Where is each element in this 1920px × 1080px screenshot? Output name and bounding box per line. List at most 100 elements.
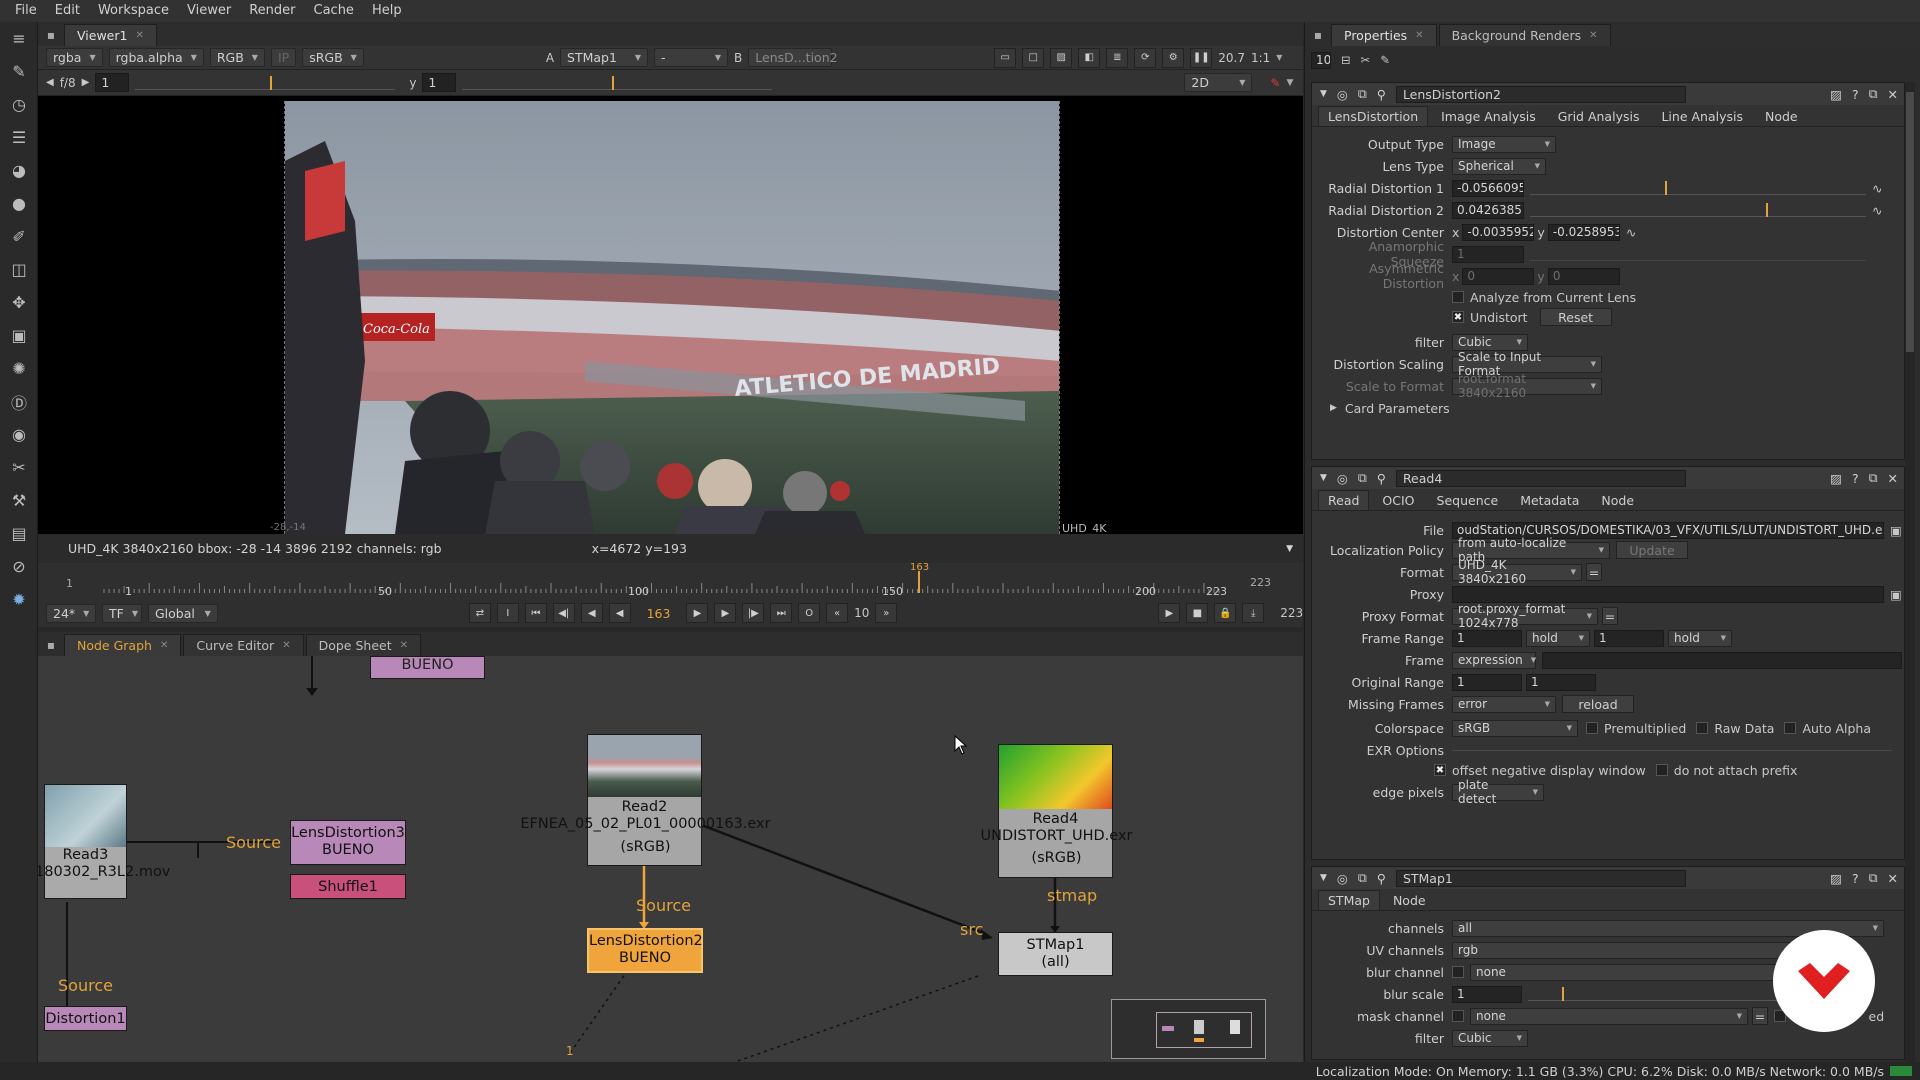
pane-menu-icon[interactable]: ▪ [38,24,64,46]
tab-node[interactable]: Node [1592,490,1643,510]
filter-dropdown[interactable]: Cubic ▼ [1452,333,1528,351]
proxy-format-menu-icon[interactable]: = [1602,607,1618,625]
particles-tool-icon[interactable]: ✺ [0,352,38,385]
triangle-left-icon[interactable]: ◀ [46,77,54,88]
range-dropdown[interactable]: Global ▼ [148,603,218,623]
orig-end-field[interactable]: 1 [1526,673,1596,691]
tab-node[interactable]: Node [1384,890,1435,910]
prev-keyframe-icon[interactable]: ◀| [552,603,575,623]
keyer-tool-icon[interactable]: ✐ [0,220,38,253]
zoom-value[interactable]: 20.7 [1218,51,1245,65]
reload-button[interactable]: reload [1562,695,1634,713]
radial2-field[interactable]: 0.04263857 [1452,201,1524,219]
folder-icon[interactable]: ▣ [1890,523,1902,538]
wipe-icon[interactable]: ▨ [1050,47,1073,68]
tab-stmap[interactable]: STMap [1318,890,1380,910]
gamma-slider[interactable] [462,75,773,90]
clear-panels-icon[interactable]: ✂ [1361,53,1371,67]
help-icon[interactable]: ? [1852,871,1859,886]
tab-sequence[interactable]: Sequence [1428,490,1508,510]
node-lensdistortion2[interactable]: LensDistortion2 BUENO [587,928,703,973]
float-icon[interactable]: ⧉ [1869,470,1878,486]
pin-icon[interactable]: ⚲ [1377,871,1386,886]
edge-pixels-dropdown[interactable]: plate detect ▼ [1452,778,1544,806]
color-swatch-icon[interactable]: ▨ [1830,87,1842,102]
views-tool-icon[interactable]: ◉ [0,418,38,451]
card-params-row[interactable]: ▶ Card Parameters [1330,399,1450,417]
next-keyframe-icon[interactable]: |▶ [742,603,765,623]
fps-dropdown[interactable]: 24* ▼ [46,603,96,623]
close-icon[interactable]: ✕ [400,640,408,651]
anamorphic-slider[interactable] [1530,247,1866,261]
color-tool-icon[interactable]: ◕ [0,154,38,187]
help-icon[interactable]: ? [1852,471,1859,486]
tab-lensdistortion[interactable]: LensDistortion [1318,106,1429,126]
color-swatch-icon[interactable]: ▨ [1830,471,1842,486]
max-panels-field[interactable]: 10 [1311,51,1331,69]
node-type-icon[interactable]: ⧉ [1358,870,1367,886]
view-mode-dropdown[interactable]: 2D ▼ [1184,73,1253,92]
tab-node[interactable]: Node [1756,106,1807,126]
chevron-down-icon[interactable]: ▼ [1286,78,1293,88]
prev-frame-icon[interactable]: ◀ [580,603,603,623]
skip-back-icon[interactable]: « [826,603,849,623]
gain-slider[interactable] [135,75,396,90]
tab-curve-editor[interactable]: Curve Editor ✕ [183,634,304,656]
slider-handle[interactable] [1562,987,1564,1001]
expand-icon[interactable]: ▶ [1330,403,1337,413]
display-channel-dropdown[interactable]: RGB ▼ [209,48,265,67]
last-frame-icon[interactable]: ⏭ [770,603,793,623]
gain-slider-handle[interactable] [270,75,273,90]
float-icon[interactable]: ⧉ [1869,86,1878,102]
orig-start-field[interactable]: 1 [1452,673,1522,691]
filter-tool-icon[interactable]: ● [0,187,38,220]
playhead[interactable] [918,571,920,593]
safe-area-icon[interactable]: □ [1022,47,1045,68]
frame-expression-field[interactable] [1542,651,1902,669]
node-graph[interactable]: BUENO Read3 180302_R3L2.mov LensDistorti… [38,656,1303,1066]
slider-handle[interactable] [1665,181,1667,195]
node-type-icon[interactable]: ⧉ [1358,86,1367,102]
fstop-value[interactable]: f/8 [60,76,76,90]
raw-data-checkbox[interactable] [1696,722,1709,734]
node-read4[interactable]: Read4 UNDISTORT_UHD.exr (sRGB) [980,744,1133,878]
menu-viewer[interactable]: Viewer [178,0,240,22]
close-icon[interactable]: ✕ [1589,30,1597,41]
undistort-checkbox[interactable]: ✖ [1452,311,1464,323]
blur-channel-checkbox[interactable] [1452,966,1464,978]
offset-window-checkbox[interactable]: ✖ [1434,764,1446,776]
float-icon[interactable]: ⧉ [1869,870,1878,886]
menu-help[interactable]: Help [363,0,411,22]
blur-scale-field[interactable]: 1 [1452,985,1522,1003]
close-icon[interactable]: ✕ [1888,471,1898,486]
gamma-field[interactable]: 1 [422,73,457,92]
premultiplied-checkbox[interactable] [1586,722,1598,734]
menu-workspace[interactable]: Workspace [89,0,178,22]
stmap-filter-dropdown[interactable]: Cubic ▼ [1452,1029,1528,1047]
localization-dropdown[interactable]: from auto-localize path ▼ [1452,536,1610,564]
tf-dropdown[interactable]: TF ▼ [102,603,142,623]
transform-tool-icon[interactable]: ✥ [0,286,38,319]
no-prefix-checkbox[interactable] [1655,764,1668,776]
list-icon[interactable]: ≣ [1106,47,1129,68]
tab-node-graph[interactable]: Node Graph ✕ [64,634,182,656]
pin-icon[interactable]: ⚲ [1377,471,1386,486]
tab-dope-sheet[interactable]: Dope Sheet ✕ [305,634,421,656]
radial2-slider[interactable] [1530,203,1866,217]
channels-dropdown[interactable]: rgba ▼ [46,48,103,67]
node-lensdistortion3[interactable]: LensDistortion3 BUENO [290,820,406,865]
pane-menu-icon[interactable]: ▪ [38,634,64,656]
range-end-field[interactable]: 1 [1594,629,1664,647]
tab-read[interactable]: Read [1318,490,1370,510]
node-bueno-top[interactable]: BUENO [370,656,485,679]
close-icon[interactable]: ✕ [135,30,143,41]
ip-button[interactable]: IP [270,48,297,67]
proxy-format-dropdown[interactable]: root.proxy_format 1024x778 ▼ [1452,602,1598,630]
proxy-field[interactable] [1452,585,1884,603]
menu-edit[interactable]: Edit [46,0,89,22]
anamorphic-field[interactable]: 1 [1452,245,1524,263]
blur-channel-dropdown[interactable]: none▼ [1470,963,1806,981]
properties-scrollbar[interactable] [1905,82,1915,1062]
channel-tool-icon[interactable]: ☰ [0,121,38,154]
lock-icon[interactable]: ⊟ [1341,53,1351,67]
